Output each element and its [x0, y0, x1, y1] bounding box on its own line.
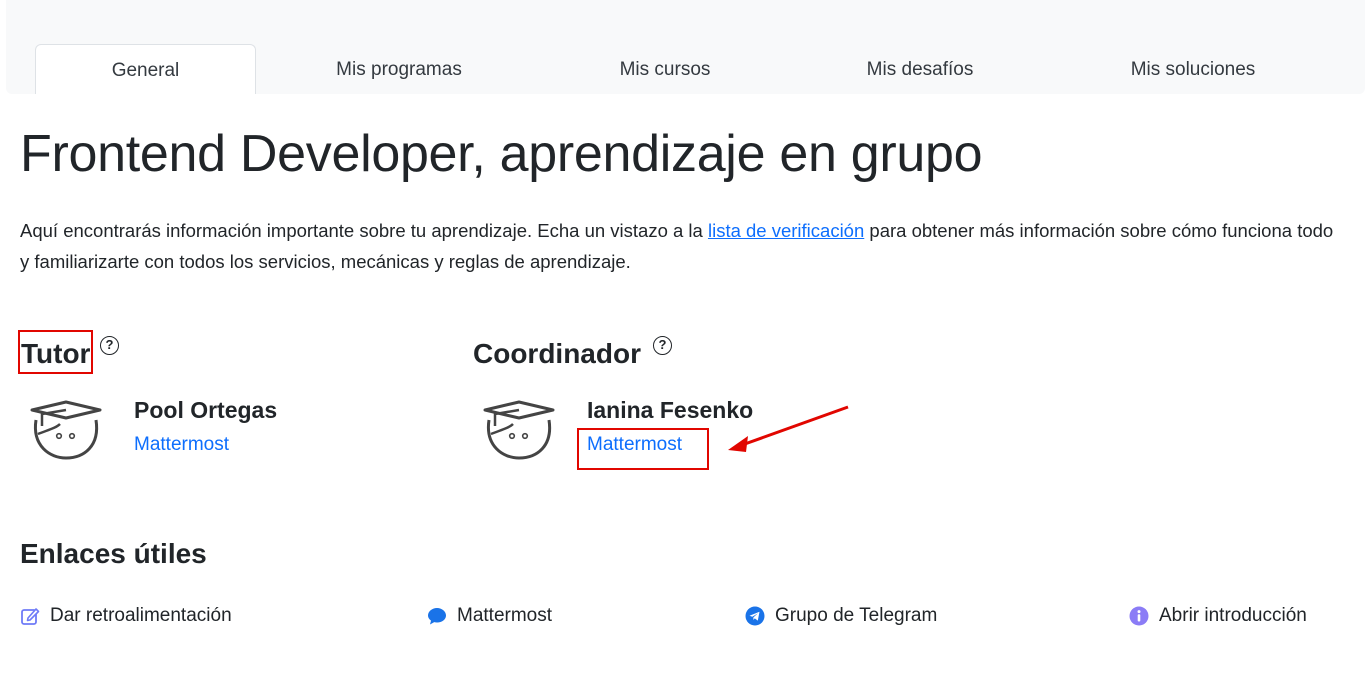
- feedback-link-label: Dar retroalimentación: [50, 605, 232, 626]
- tutor-name: Pool Ortegas: [134, 397, 278, 423]
- intro-text-before: Aquí encontrarás información importante …: [20, 220, 708, 241]
- tab-mis-desafios[interactable]: Mis desafíos: [830, 44, 1010, 94]
- edit-icon: [21, 608, 40, 625]
- tutor-mattermost-link[interactable]: Mattermost: [134, 434, 229, 456]
- tab-mis-programas[interactable]: Mis programas: [298, 44, 500, 94]
- open-introduction-link[interactable]: Abrir introducción: [1129, 603, 1307, 629]
- tab-mis-cursos[interactable]: Mis cursos: [585, 44, 745, 94]
- useful-links-heading: Enlaces útiles: [20, 538, 207, 569]
- telegram-link-label: Grupo de Telegram: [775, 605, 938, 626]
- annotation-box-tutor: [18, 330, 93, 374]
- coordinator-heading: Coordinador: [473, 338, 641, 369]
- annotation-box-coordinator-link: [577, 428, 709, 470]
- coordinator-help-icon[interactable]: ?: [653, 336, 672, 355]
- mattermost-link[interactable]: Mattermost: [427, 603, 552, 629]
- feedback-link[interactable]: Dar retroalimentación: [20, 603, 232, 629]
- info-icon: [1129, 606, 1149, 626]
- page-title: Frontend Developer, aprendizaje en grupo: [20, 125, 983, 183]
- intro-text: Aquí encontrarás información importante …: [20, 215, 1340, 277]
- telegram-link[interactable]: Grupo de Telegram: [745, 603, 937, 629]
- mattermost-link-label: Mattermost: [457, 605, 553, 626]
- tab-mis-soluciones[interactable]: Mis soluciones: [1100, 44, 1286, 94]
- tutor-avatar-icon: [30, 400, 102, 460]
- tutor-help-icon[interactable]: ?: [100, 336, 119, 355]
- checklist-link[interactable]: lista de verificación: [708, 220, 864, 241]
- tab-general[interactable]: General: [35, 44, 256, 94]
- open-introduction-link-label: Abrir introducción: [1159, 605, 1307, 626]
- telegram-icon: [745, 606, 765, 626]
- chat-bubble-icon: [428, 608, 446, 625]
- annotation-arrow-icon: [728, 405, 849, 452]
- coordinator-avatar-icon: [483, 400, 555, 460]
